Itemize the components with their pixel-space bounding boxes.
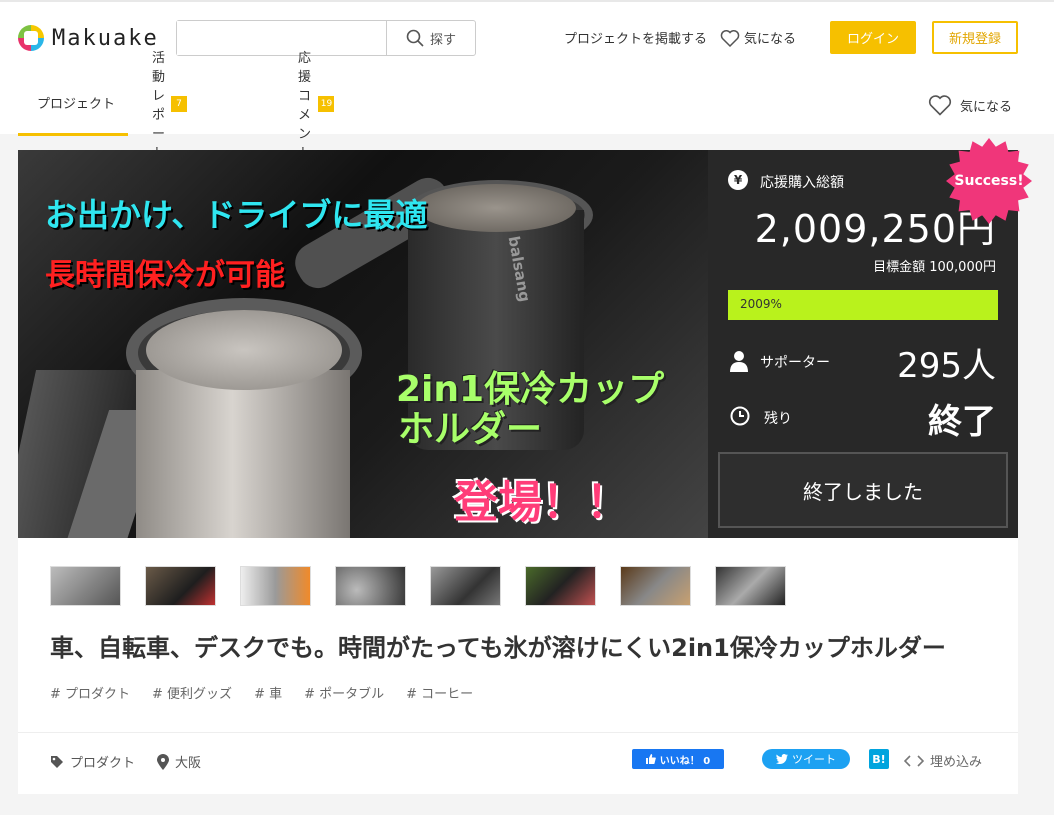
tab-label: 活動レポート <box>152 51 166 161</box>
thumbnail[interactable] <box>715 566 786 606</box>
tab-label: プロジェクト <box>37 97 116 112</box>
category-label: プロダクト <box>70 756 136 771</box>
success-badge-text: Success! <box>954 173 1024 189</box>
person-icon <box>730 351 748 372</box>
logo-text: Makuake <box>52 25 159 51</box>
location-pin-icon <box>157 753 170 770</box>
thumbnail[interactable] <box>620 566 691 606</box>
tweet-button[interactable]: ツイート <box>762 749 850 769</box>
heart-icon <box>928 95 952 116</box>
tab-project[interactable]: プロジェクト <box>18 72 128 136</box>
facebook-like-button[interactable]: いいね！ 0 <box>632 749 724 769</box>
front-cup-opening <box>146 310 342 390</box>
tag-link[interactable]: # コーヒー <box>406 683 473 702</box>
total-label: 応援購入総額 <box>760 175 844 191</box>
tab-label: 応援コメント <box>298 51 312 161</box>
progress-percent: 2009% <box>740 297 782 311</box>
back-cup-opening <box>416 184 576 232</box>
tab-count-badge: 19 <box>318 96 335 112</box>
tag-icon <box>51 755 63 768</box>
favorite-link-label: 気になる <box>744 32 797 47</box>
hero-product-line1: 2in1保冷カップ <box>396 369 665 410</box>
embed-link[interactable]: 埋め込み <box>904 751 982 770</box>
search-icon <box>406 29 424 47</box>
tag-link[interactable]: # 車 <box>254 683 282 702</box>
remaining-value: 終了 <box>928 402 996 442</box>
progress-bar: 2009% <box>728 290 998 320</box>
tag-link[interactable]: # 便利グッズ <box>152 683 232 702</box>
thumbnail-strip <box>50 566 786 606</box>
search-input[interactable] <box>177 21 386 55</box>
category-link[interactable]: プロダクト <box>50 752 135 771</box>
remaining-label: 残り <box>764 411 792 427</box>
supporter-label: サポーター <box>760 355 830 371</box>
location-link[interactable]: 大阪 <box>157 752 201 771</box>
favorite-tab-button[interactable]: 気になる <box>928 94 1012 116</box>
thumbnail[interactable] <box>240 566 311 606</box>
hero-headline: お出かけ、ドライブに最適 <box>45 196 428 234</box>
bird-icon <box>776 754 788 764</box>
tab-activity-report[interactable]: 活動レポート 7 <box>152 51 188 161</box>
yen-icon: ¥ <box>728 170 748 190</box>
search-box: 探す <box>176 20 476 56</box>
embed-label: 埋め込み <box>930 755 983 770</box>
logo-mark-icon <box>18 25 44 51</box>
divider <box>18 732 1018 733</box>
like-label: いいね！ 0 <box>659 755 711 767</box>
project-info-card: 車、自転車、デスクでも。時間がたっても氷が溶けにくい2in1保冷カップホルダー … <box>18 538 1018 794</box>
makuake-logo[interactable]: Makuake <box>18 24 159 52</box>
heart-icon <box>720 29 740 47</box>
thumbs-up-icon <box>645 754 656 764</box>
tag-link[interactable]: # ポータブル <box>304 683 384 702</box>
hero-product-name: 2in1保冷カップ ホルダー <box>396 370 664 449</box>
goal-amount: 目標金額 100,000円 <box>873 260 996 275</box>
login-button[interactable]: ログイン <box>830 21 916 54</box>
search-button-label: 探す <box>429 32 456 48</box>
project-meta: プロダクト 大阪 <box>50 752 201 771</box>
project-title: 車、自転車、デスクでも。時間がたっても氷が溶けにくい2in1保冷カップホルダー <box>50 634 946 662</box>
register-button[interactable]: 新規登録 <box>932 21 1018 54</box>
top-header: Makuake 探す プロジェクトを掲載する 気になる ログイン 新規登録 プロ… <box>0 0 1054 161</box>
tag-link[interactable]: # プロダクト <box>50 683 130 702</box>
thumbnail[interactable] <box>145 566 216 606</box>
tag-list: # プロダクト # 便利グッズ # 車 # ポータブル # コーヒー <box>50 683 473 702</box>
project-ended-button[interactable]: 終了しました <box>718 452 1008 528</box>
hero-subheadline: 長時間保冷が可能 <box>45 258 285 293</box>
tab-count-badge: 7 <box>171 96 188 112</box>
location-label: 大阪 <box>175 756 202 771</box>
thumbnail[interactable] <box>525 566 596 606</box>
hero-image[interactable]: balsang お出かけ、ドライブに最適 長時間保冷が可能 2in1保冷カップ … <box>18 150 708 538</box>
hatena-bookmark-button[interactable]: B! <box>869 749 889 769</box>
hero-product-line2: ホルダー <box>398 408 543 450</box>
favorite-tab-label: 気になる <box>959 99 1012 115</box>
supporter-count: 295人 <box>897 346 996 386</box>
search-button[interactable]: 探す <box>386 21 475 55</box>
post-project-link[interactable]: プロジェクトを掲載する <box>564 28 707 47</box>
tweet-label: ツイート <box>792 753 836 766</box>
thumbnail[interactable] <box>335 566 406 606</box>
clock-icon <box>730 406 750 426</box>
front-cup-body <box>136 370 350 538</box>
thumbnail[interactable] <box>430 566 501 606</box>
code-icon <box>904 754 924 767</box>
success-badge: Success! <box>944 136 1034 226</box>
thumbnail[interactable] <box>50 566 121 606</box>
tab-comments[interactable]: 応援コメント 19 <box>298 51 335 161</box>
hero-launch-text: 登場！！ <box>454 477 630 528</box>
favorite-link[interactable]: 気になる <box>720 28 796 47</box>
